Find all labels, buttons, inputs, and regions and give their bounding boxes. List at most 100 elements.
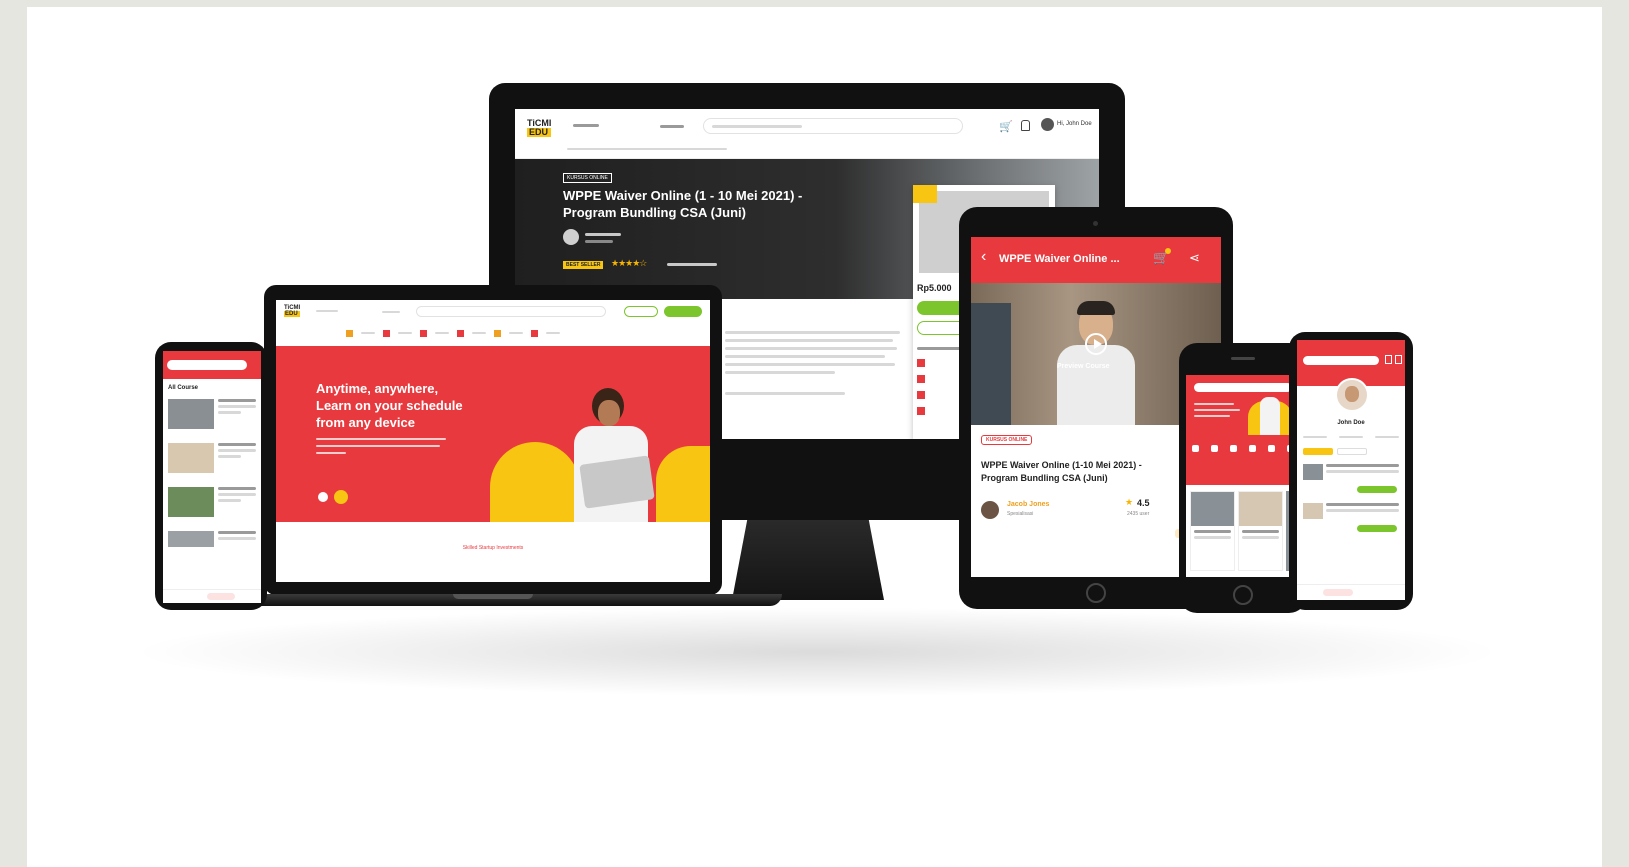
list-item[interactable] (1303, 503, 1399, 519)
rating-count: 2435 user (1127, 511, 1150, 517)
cart-icon[interactable]: 🛒 (999, 120, 1013, 133)
product-mockup-stage: TiCMI EDU 🛒 Hi, John Doe KURSUS ONLINE W… (27, 7, 1602, 867)
lphone-search-input[interactable] (167, 360, 247, 370)
filter-chip-active[interactable] (1303, 448, 1333, 455)
profile-tab[interactable] (1339, 436, 1363, 438)
play-icon[interactable] (1085, 333, 1107, 355)
rphone2-search-input[interactable] (1303, 356, 1379, 365)
course-title-line-1: WPPE Waiver Online (1-10 Mei 2021) - (981, 460, 1142, 470)
carousel-dot-active[interactable] (334, 490, 348, 504)
feature-icon (917, 407, 925, 415)
left-phone-device: All Course (155, 342, 267, 610)
phone-home-button[interactable] (1233, 585, 1253, 605)
laptop-footer-strip: Skilled Startup Investments (276, 522, 710, 582)
breadcrumb (567, 148, 727, 150)
category-icon[interactable] (420, 330, 427, 337)
continue-button[interactable] (1357, 486, 1397, 493)
register-button[interactable] (664, 306, 702, 317)
hero-line (1194, 415, 1230, 417)
course-title-line-2: Program Bundling CSA (Juni) (981, 473, 1108, 483)
laptop-search-input[interactable] (416, 306, 606, 317)
rating-stars-icon: ★★★★☆ (611, 258, 647, 268)
nav-kategori-placeholder[interactable] (660, 125, 684, 128)
nav-active-tab[interactable] (207, 593, 235, 600)
user-avatar[interactable] (1041, 118, 1054, 131)
hero-line (1194, 403, 1234, 405)
category-icons-row (1186, 445, 1300, 461)
instructor-role: Spesialisasi (1007, 511, 1034, 517)
lphone-bottom-nav (163, 589, 261, 603)
category-icon[interactable] (531, 330, 538, 337)
lphone-header (163, 351, 261, 379)
logo-text-bottom: EDU (527, 128, 552, 137)
startup-investments-link[interactable]: Skilled Startup Investments (276, 545, 710, 551)
hero-person-photo (1260, 397, 1280, 435)
hero-subtext-line (316, 445, 440, 447)
nav-link-placeholder[interactable] (316, 310, 338, 312)
list-item[interactable] (168, 531, 256, 547)
ticmi-logo[interactable]: TiCMI EDU (284, 305, 301, 317)
category-icon[interactable] (346, 330, 353, 337)
left-phone-screen: All Course (163, 351, 261, 603)
laptop-navbar: TiCMI EDU (276, 300, 710, 324)
continue-button[interactable] (1357, 525, 1397, 532)
desktop-navbar: TiCMI EDU 🛒 Hi, John Doe (515, 109, 1099, 159)
profile-avatar (1335, 378, 1369, 412)
course-description (725, 331, 905, 395)
carousel-dot[interactable] (318, 492, 328, 502)
profile-tab[interactable] (1375, 436, 1399, 438)
instructor-avatar (981, 501, 999, 519)
course-price: Rp5.000 (917, 283, 952, 293)
notification-icon[interactable] (1021, 120, 1030, 131)
tablet-camera (1093, 221, 1098, 226)
list-item[interactable] (1303, 464, 1399, 480)
cart-badge (1165, 248, 1171, 254)
lphone-course-list (168, 399, 256, 547)
laptop-notch (453, 594, 533, 599)
nav-kategori-placeholder[interactable] (382, 311, 400, 313)
phone-speaker (1231, 357, 1255, 360)
category-icon[interactable] (457, 330, 464, 337)
list-item[interactable] (168, 399, 256, 429)
list-item[interactable] (168, 487, 256, 517)
share-icon[interactable]: ⋖ (1189, 250, 1200, 266)
hero-subtext-line (316, 452, 346, 454)
instructor-avatar (563, 229, 579, 245)
category-icon[interactable] (494, 330, 501, 337)
tablet-home-button[interactable] (1086, 583, 1106, 603)
category-icon[interactable] (383, 330, 390, 337)
course-title: WPPE Waiver Online (1 - 10 Mei 2021) - P… (563, 187, 802, 221)
instructor-role-line (585, 240, 613, 243)
right-phone-2-screen: John Doe (1297, 340, 1405, 600)
preview-course-label[interactable]: Preview Course (1057, 363, 1110, 370)
user-name[interactable]: Hi, John Doe (1057, 121, 1092, 127)
profile-tabs (1303, 436, 1399, 438)
right-phone-2-device: John Doe (1289, 332, 1413, 610)
course-badge: KURSUS ONLINE (981, 435, 1033, 445)
course-title-line-2: Program Bundling CSA (Juni) (563, 205, 746, 220)
logo-text-bottom: EDU (284, 311, 301, 317)
back-arrow-icon[interactable]: ‹ (981, 248, 986, 266)
course-card[interactable] (1238, 491, 1283, 571)
course-card[interactable] (1190, 491, 1235, 571)
nav-active-tab[interactable] (1323, 589, 1353, 596)
notification-icon[interactable] (1385, 355, 1392, 364)
desktop-search-input[interactable] (703, 118, 963, 134)
list-item[interactable] (168, 443, 256, 473)
rphone1-hero (1186, 375, 1300, 485)
feature-icon (917, 359, 925, 367)
login-button[interactable] (624, 306, 658, 317)
ticmi-logo[interactable]: TiCMI EDU (527, 119, 552, 137)
filter-chip[interactable] (1337, 448, 1367, 455)
instructor-name-line (585, 233, 621, 236)
star-icon: ★ (1125, 497, 1134, 507)
rphone1-course-cards (1190, 491, 1296, 571)
profile-tab[interactable] (1303, 436, 1327, 438)
hero-person-photo (554, 388, 664, 522)
rphone1-search-input[interactable] (1194, 383, 1292, 392)
nav-link-placeholder[interactable] (573, 124, 599, 127)
search-placeholder-line (712, 125, 802, 128)
category-menu (346, 330, 646, 338)
instructor-name[interactable]: Jacob Jones (1007, 501, 1049, 508)
cart-icon[interactable] (1395, 355, 1402, 364)
